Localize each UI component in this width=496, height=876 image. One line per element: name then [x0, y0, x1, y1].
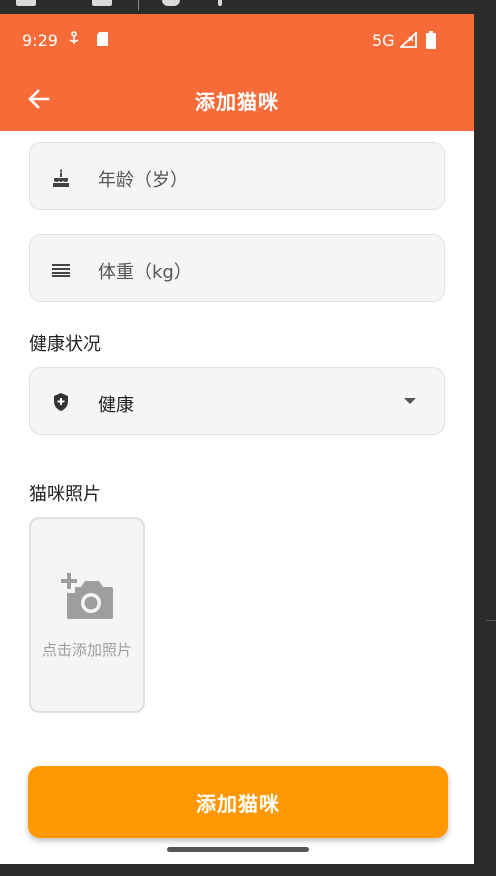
add-photo-icon: [61, 573, 115, 623]
photo-hint: 点击添加照片: [41, 641, 132, 659]
battery-icon: [426, 31, 436, 54]
status-time: 9:29: [22, 31, 58, 50]
sd-card-icon: [96, 31, 109, 52]
health-label: 健康状况: [29, 334, 101, 355]
add-photo-button[interactable]: 点击添加照片: [29, 517, 145, 713]
screen-frame: 9:29 5G 添加猫咪 年龄（岁） 体重（kg） 健康状况 健康 猫咪照片 点…: [0, 0, 496, 876]
weight-placeholder: 体重（kg）: [98, 262, 192, 283]
health-selected-value: 健康: [98, 395, 134, 416]
chevron-down-icon: [404, 398, 416, 404]
status-bar: 9:29 5G: [0, 14, 474, 70]
usb-icon: [68, 31, 80, 52]
app-bar: 添加猫咪: [0, 70, 474, 131]
health-select[interactable]: 健康: [29, 367, 445, 435]
shield-plus-icon: [50, 391, 72, 413]
home-indicator[interactable]: [167, 847, 309, 852]
phone-screen: 9:29 5G 添加猫咪 年龄（岁） 体重（kg） 健康状况 健康 猫咪照片 点…: [0, 14, 474, 864]
edge-tick: [486, 620, 496, 621]
photo-label: 猫咪照片: [29, 484, 101, 505]
signal-icon: [398, 30, 418, 53]
chrome-mark: [16, 0, 36, 6]
weight-input[interactable]: 体重（kg）: [29, 234, 445, 302]
chrome-separator: [138, 0, 139, 10]
chrome-mark: [162, 0, 180, 6]
cake-icon: [50, 167, 72, 189]
age-placeholder: 年龄（岁）: [98, 170, 188, 191]
chrome-mark: [218, 0, 222, 6]
age-input[interactable]: 年龄（岁）: [29, 142, 445, 210]
submit-button[interactable]: 添加猫咪: [28, 766, 448, 838]
desktop-bottom-strip: [0, 864, 496, 876]
page-title: 添加猫咪: [195, 90, 279, 114]
desktop-right-edge: [474, 14, 496, 876]
desktop-chrome: [0, 0, 496, 14]
network-type: 5G: [372, 31, 395, 50]
chrome-mark: [92, 0, 112, 6]
lines-icon: [50, 259, 72, 281]
